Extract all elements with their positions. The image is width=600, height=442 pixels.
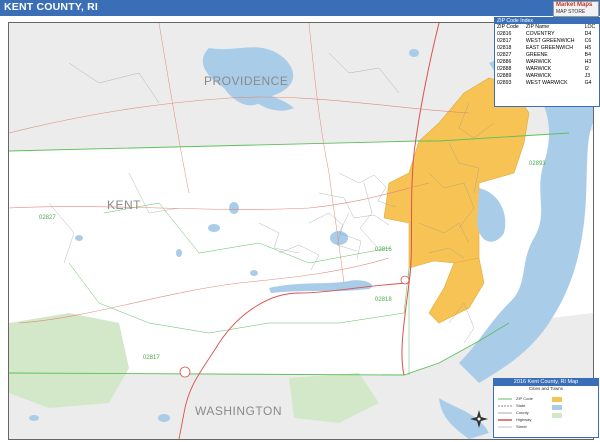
legend-title: 2016 Kent County, RI Map: [494, 379, 598, 386]
region-label-washington: WASHINGTON: [195, 404, 282, 418]
column-header: ZIP Code: [497, 24, 519, 30]
lake-6: [29, 415, 39, 421]
zip-label: 02827: [39, 215, 56, 221]
legend-item: State: [516, 403, 526, 408]
lake-2: [208, 224, 220, 232]
zip-code-cell: 02816: [497, 31, 512, 37]
legend-swatches: [498, 397, 562, 428]
legend-subtitle: Cities and Towns: [529, 386, 563, 391]
zip-code-cell: 02818: [497, 45, 512, 51]
interstate-shield-icon: [179, 366, 191, 378]
table-row: 02886 WARWICK H3: [495, 59, 599, 66]
zip-name-cell: WARWICK: [525, 59, 552, 65]
legend-swatch-park: [552, 413, 562, 418]
zip-loc-cell: H5: [584, 45, 592, 51]
map-legend: 2016 Kent County, RI Map Cities and Town…: [493, 378, 599, 438]
market-maps-logo: Market Maps MAP STORE: [553, 1, 599, 17]
zip-code-cell: 02886: [497, 59, 512, 65]
zip-loc-cell: G4: [584, 80, 592, 86]
logo-line-2: MAP STORE: [556, 9, 586, 15]
logo-line-1: Market Maps: [556, 2, 593, 8]
table-row: 02816 COVENTRY D4: [495, 31, 599, 38]
lake-8: [409, 49, 419, 57]
lake-3: [250, 270, 258, 276]
lake-7: [158, 414, 170, 422]
legend-item: Street: [516, 424, 527, 429]
zip-name-cell: WARWICK: [525, 66, 552, 72]
legend-item: ZIP Code: [516, 396, 533, 401]
zip-code-cell: 02827: [497, 52, 512, 58]
zip-code-cell: 02888: [497, 66, 512, 72]
zip-loc-cell: D4: [584, 31, 592, 37]
zip-loc-cell: J3: [584, 73, 591, 79]
legend-item: County: [516, 410, 529, 415]
lake-5: [75, 235, 83, 241]
zip-index-columns: ZIP Code ZIP Name LOC: [495, 24, 599, 31]
zip-code-cell: 02817: [497, 38, 512, 44]
zip-code-cell: 02893: [497, 80, 512, 86]
zip-label: 02818: [375, 297, 392, 303]
table-row: 02889 WARWICK J3: [495, 73, 599, 80]
title-bar: KENT COUNTY, RI: [0, 0, 600, 16]
zip-name-cell: EAST GREENWICH: [525, 45, 574, 51]
zip-loc-cell: I2: [584, 66, 589, 72]
table-row: 02817 WEST GREENWICH C6: [495, 38, 599, 45]
table-row: 02888 WARWICK I2: [495, 66, 599, 73]
zip-index-table: ZIP Code ZIP Name LOC 02816 COVENTRY D4 …: [495, 24, 599, 87]
map-title: KENT COUNTY, RI: [4, 1, 99, 13]
lake-1: [229, 202, 239, 214]
zip-loc-cell: B4: [584, 52, 591, 58]
zip-name-cell: WEST WARWICK: [525, 80, 568, 86]
zip-name-cell: GREENE: [525, 52, 548, 58]
zip-label: 02893: [529, 161, 546, 167]
region-label-providence: PROVIDENCE: [204, 74, 288, 88]
zip-code-index: ZIP Code Index ZIP Code ZIP Name LOC 028…: [494, 17, 600, 107]
column-header: LOC: [584, 24, 596, 30]
map-page: KENT COUNTY, RI Market Maps MAP STORE PR…: [0, 0, 600, 442]
zip-name-cell: COVENTRY: [525, 31, 555, 37]
region-label-kent: KENT: [107, 198, 141, 212]
zip-label: 02816: [375, 247, 392, 253]
table-row: 02893 WEST WARWICK G4: [495, 80, 599, 87]
table-row: 02827 GREENE B4: [495, 52, 599, 59]
zip-name-cell: WARWICK: [525, 73, 552, 79]
zip-code-cell: 02889: [497, 73, 512, 79]
interstate-shield-icon: [400, 275, 410, 285]
legend-swatch-city: [552, 397, 562, 402]
column-header: ZIP Name: [525, 24, 550, 30]
legend-item: Highway: [516, 417, 532, 422]
legend-swatch-water: [552, 405, 562, 410]
lake-4: [176, 249, 182, 257]
table-row: 02818 EAST GREENWICH H5: [495, 45, 599, 52]
park-area-west: [9, 313, 129, 408]
zip-name-cell: WEST GREENWICH: [525, 38, 575, 44]
zip-label: 02817: [143, 355, 160, 361]
zip-loc-cell: H3: [584, 59, 592, 65]
zip-loc-cell: C6: [584, 38, 592, 44]
